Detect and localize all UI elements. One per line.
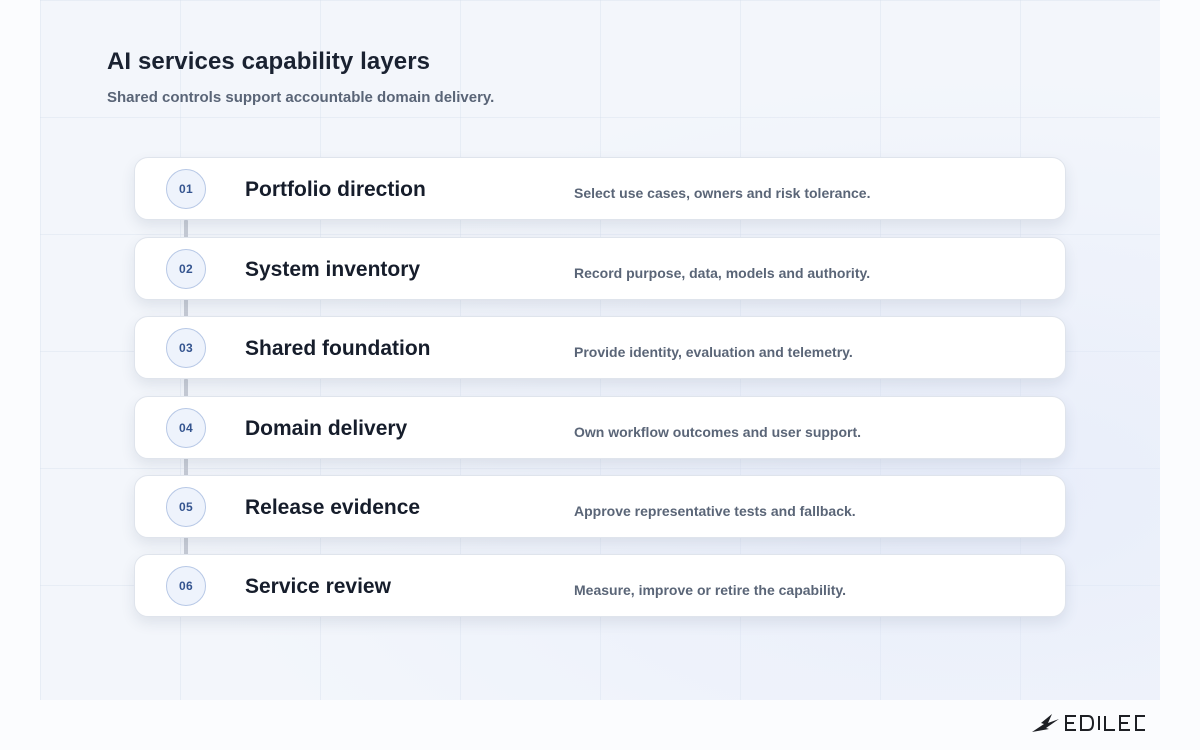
layer-card-system-inventory: 02 System inventory Record purpose, data…: [134, 237, 1066, 300]
layer-title: Domain delivery: [245, 417, 408, 440]
layer-card-shared-foundation: 03 Shared foundation Provide identity, e…: [134, 316, 1066, 379]
layer-title: Portfolio direction: [245, 178, 426, 201]
layer-description: Measure, improve or retire the capabilit…: [574, 582, 847, 598]
layer-number-badge: 06: [166, 566, 206, 606]
layer-connector: [184, 379, 188, 397]
layer-number-badge: 03: [166, 328, 206, 368]
layer-connector: [184, 537, 188, 555]
layer-number-badge: 05: [166, 487, 206, 527]
layer-card-domain-delivery: 04 Domain delivery Own workflow outcomes…: [134, 396, 1066, 459]
layer-description: Approve representative tests and fallbac…: [574, 503, 856, 519]
layer-title: Release evidence: [245, 496, 421, 519]
layer-number-badge: 01: [166, 169, 206, 209]
layer-card-portfolio-direction: 01 Portfolio direction Select use cases,…: [134, 157, 1066, 220]
bird-wing-icon: [1032, 714, 1145, 732]
layer-description: Record purpose, data, models and authori…: [574, 265, 871, 281]
layer-title: Service review: [245, 575, 391, 598]
layer-connector: [184, 458, 188, 476]
layer-title: System inventory: [245, 258, 421, 281]
layer-description: Provide identity, evaluation and telemet…: [574, 344, 853, 360]
layer-description: Own workflow outcomes and user support.: [574, 424, 862, 440]
page-title: AI services capability layers: [107, 48, 431, 75]
brand-logo: [1032, 710, 1154, 736]
layer-connector: [184, 220, 188, 238]
layer-title: Shared foundation: [245, 337, 431, 360]
layer-connector: [184, 299, 188, 317]
layer-description: Select use cases, owners and risk tolera…: [574, 185, 871, 201]
layer-card-release-evidence: 05 Release evidence Approve representati…: [134, 475, 1066, 538]
page-subtitle: Shared controls support accountable doma…: [107, 89, 495, 106]
layer-card-service-review: 06 Service review Measure, improve or re…: [134, 554, 1066, 617]
layer-number-badge: 02: [166, 249, 206, 289]
layer-number-badge: 04: [166, 408, 206, 448]
